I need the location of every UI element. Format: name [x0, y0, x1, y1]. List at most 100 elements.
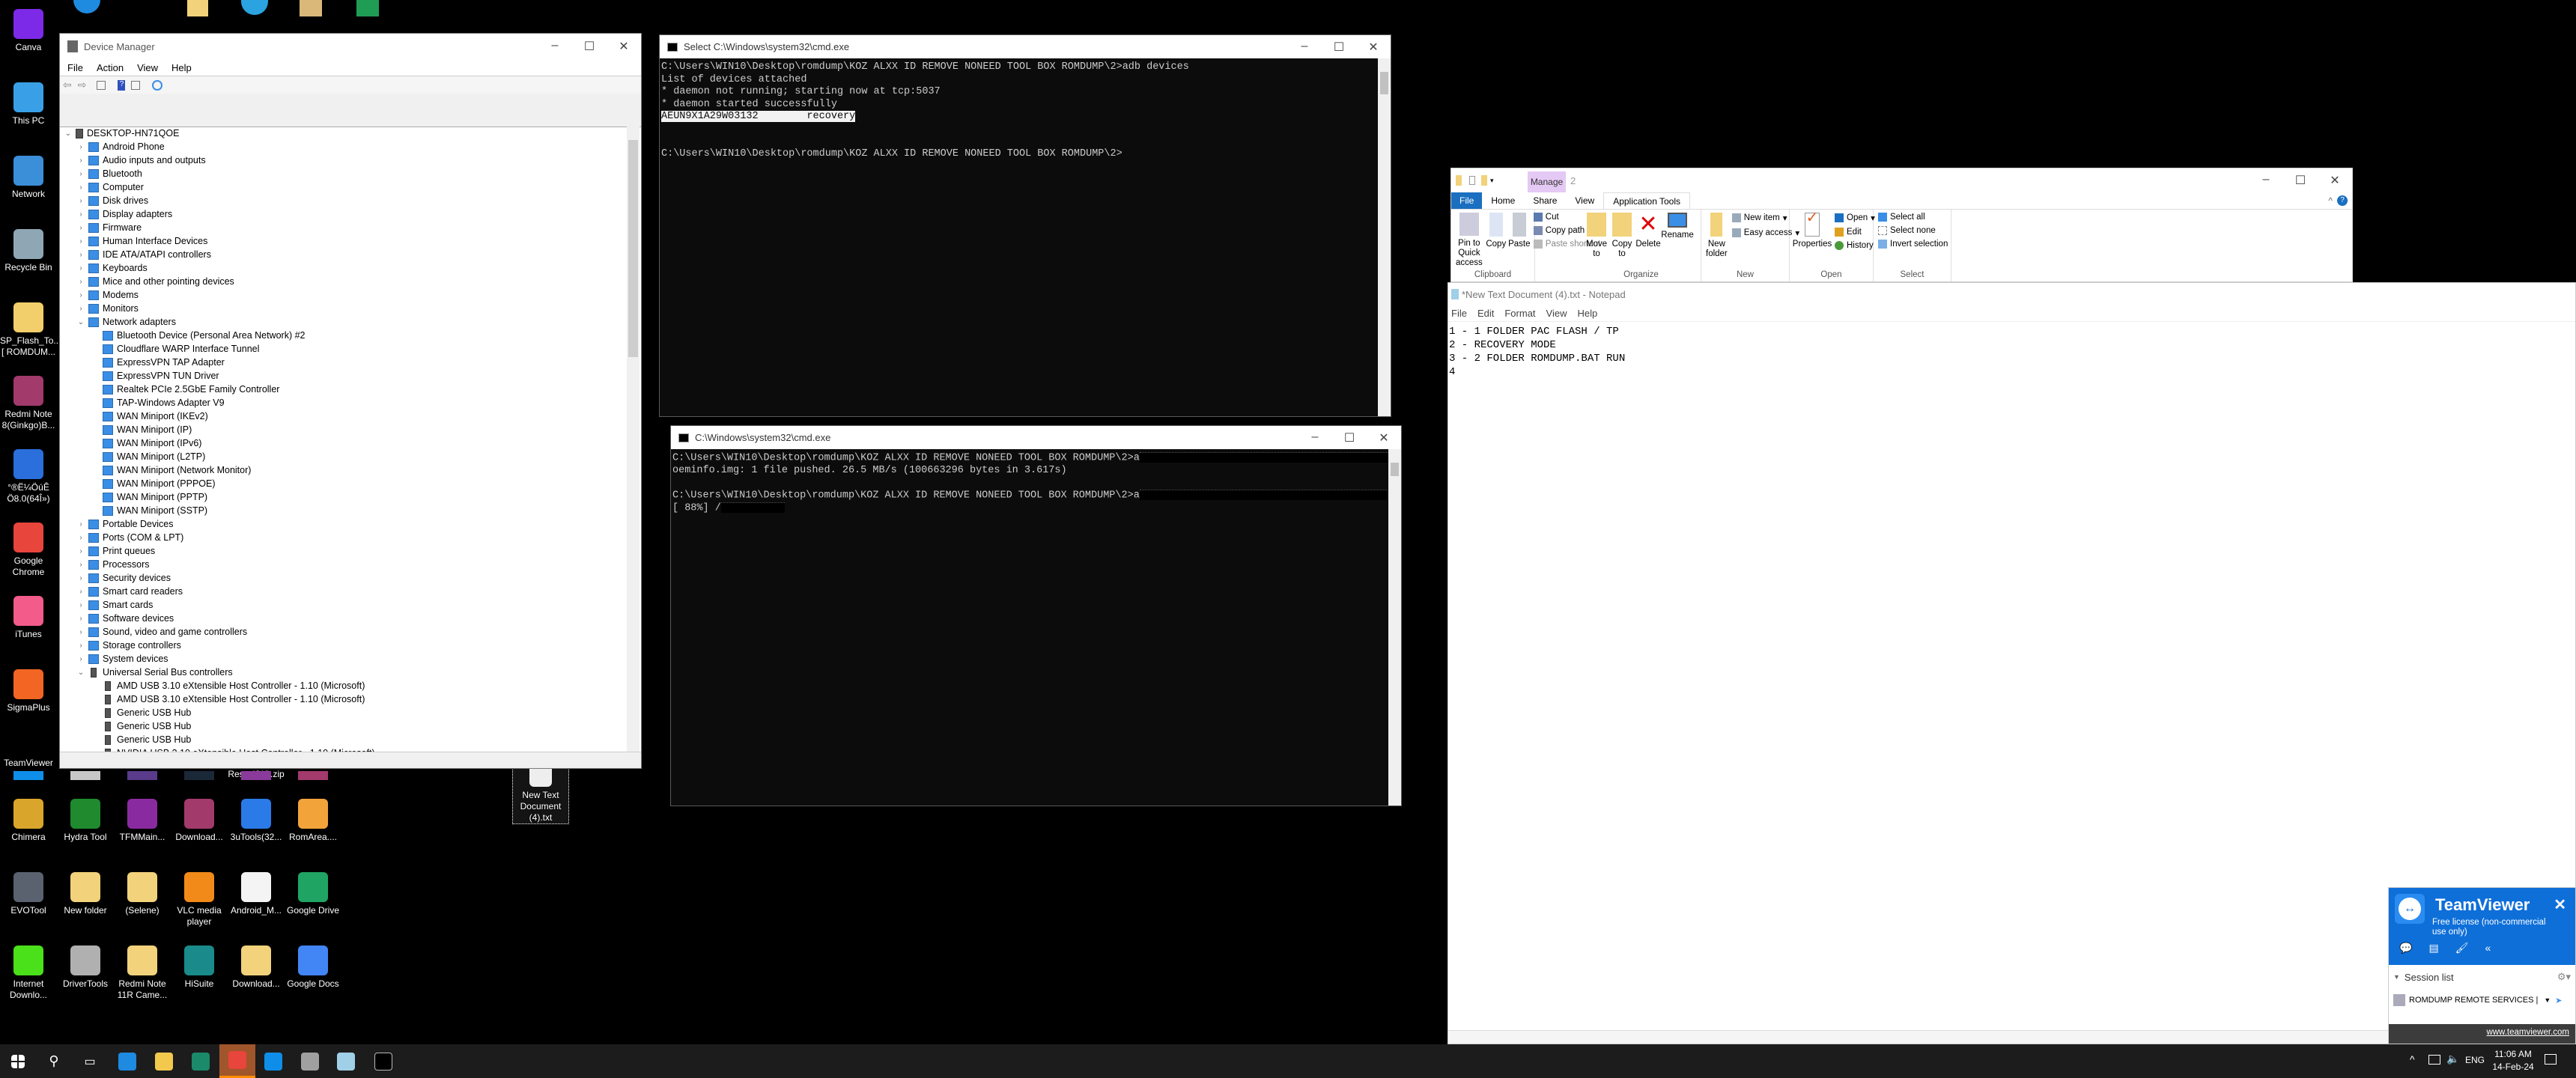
desktop-icon[interactable]: TFMMain... — [114, 799, 171, 843]
desktop-icon[interactable]: This PC — [0, 82, 57, 127]
minimize-button[interactable]: – — [1298, 430, 1332, 445]
desktop-icon[interactable]: VLC media player — [171, 872, 228, 928]
tree-item[interactable]: › Computer — [63, 180, 626, 194]
tree-item[interactable]: WAN Miniport (IKEv2) — [63, 409, 626, 423]
tree-item[interactable]: › Modems — [63, 288, 626, 302]
app-icon[interactable] — [13, 771, 43, 780]
tree-item[interactable]: › Storage controllers — [63, 639, 626, 652]
chevron-right-icon[interactable]: › — [76, 170, 86, 178]
desktop-icon[interactable]: Download... — [171, 799, 228, 843]
properties-icon[interactable] — [97, 80, 106, 90]
show-hidden-icons-button[interactable]: ^ — [2410, 1053, 2415, 1065]
chevron-right-icon[interactable]: › — [76, 278, 86, 286]
desktop-icon[interactable]: Redmi Note 8(Ginkgo)B... — [0, 376, 57, 431]
minimize-button[interactable]: – — [2249, 173, 2283, 188]
notification-icon[interactable] — [2545, 1054, 2557, 1065]
file-icon[interactable] — [300, 0, 322, 16]
tree-item[interactable]: › System devices — [63, 652, 626, 666]
menu-help[interactable]: Help — [1577, 308, 1597, 319]
chevron-right-icon[interactable]: › — [76, 183, 86, 192]
move-to-button[interactable]: Move to — [1586, 213, 1607, 268]
maximize-button[interactable]: ☐ — [1332, 430, 1367, 445]
app-icon[interactable] — [70, 771, 100, 780]
edge-icon[interactable] — [73, 0, 100, 13]
chevron-down-icon[interactable]: ⌄ — [63, 130, 73, 138]
close-button[interactable]: ✕ — [1367, 430, 1401, 445]
desktop-icon[interactable]: 3uTools(32... — [228, 799, 285, 843]
maximize-button[interactable]: ☐ — [2283, 173, 2318, 188]
desktop-icon[interactable]: Internet Downlo... — [0, 945, 57, 1001]
chevron-right-icon[interactable]: › — [76, 143, 86, 151]
session-list-header[interactable]: ▼ Session list ⚙▾ — [2389, 965, 2575, 989]
desktop-icon[interactable]: TeamViewer — [0, 758, 57, 769]
invert-selection-button[interactable]: Invert selection — [1878, 240, 1948, 249]
chevron-down-icon[interactable]: ⌄ — [76, 318, 86, 326]
desktop-icon[interactable]: SigmaPlus — [0, 669, 57, 713]
tree-item[interactable]: › Smart cards — [63, 598, 626, 612]
desktop-icon[interactable]: Recycle Bin — [0, 229, 57, 273]
tree-item[interactable]: Cloudflare WARP Interface Tunnel — [63, 342, 626, 356]
help-icon[interactable]: ? — [2337, 195, 2348, 206]
tree-item[interactable]: › Processors — [63, 558, 626, 571]
taskbar-notepad-button[interactable] — [328, 1044, 364, 1078]
tab-file[interactable]: File — [1451, 192, 1483, 209]
tree-item[interactable]: › Human Interface Devices — [63, 234, 626, 248]
text-editor[interactable]: 1 - 1 FOLDER PAC FLASH / TP 2 - RECOVERY… — [1448, 322, 2575, 382]
menu-edit[interactable]: Edit — [1477, 308, 1494, 319]
paste-button[interactable]: Paste — [1508, 213, 1531, 268]
dropdown-icon[interactable]: ▼ — [2544, 996, 2551, 1004]
chevron-right-icon[interactable]: › — [76, 547, 86, 555]
tab-home[interactable]: Home — [1482, 195, 1524, 206]
tree-item[interactable]: › IDE ATA/ATAPI controllers — [63, 248, 626, 261]
desktop-icon[interactable]: (Selene) — [114, 872, 171, 916]
chevron-down-icon[interactable]: ⌄ — [76, 669, 86, 677]
taskbar-device-manager-button[interactable] — [292, 1044, 328, 1078]
clock[interactable]: 11:06 AM 14-Feb-24 — [2490, 1048, 2536, 1074]
collapse-icon[interactable]: « — [2485, 942, 2491, 954]
taskbar-cmd-button[interactable] — [365, 1044, 401, 1078]
vertical-scrollbar[interactable] — [627, 127, 640, 752]
network-icon[interactable] — [2428, 1055, 2440, 1065]
tree-item[interactable]: WAN Miniport (IP) — [63, 423, 626, 436]
tree-item[interactable]: WAN Miniport (IPv6) — [63, 436, 626, 450]
desktop-icon[interactable]: Hydra Tool — [57, 799, 114, 843]
tree-item[interactable]: › Display adapters — [63, 207, 626, 221]
tree-item[interactable]: WAN Miniport (Network Monitor) — [63, 463, 626, 477]
tree-item[interactable]: › Sound, video and game controllers — [63, 625, 626, 639]
desktop-icon[interactable]: °®Ë¼ÖúÊ Ö8.0(64Î») — [0, 449, 57, 505]
delete-button[interactable]: ✕ Delete — [1635, 213, 1660, 268]
tree-item[interactable]: AMD USB 3.10 eXtensible Host Controller … — [63, 692, 626, 706]
tab-view[interactable]: View — [1566, 195, 1603, 206]
minimize-button[interactable]: – — [538, 39, 572, 54]
taskbar-edge-button[interactable] — [109, 1044, 145, 1078]
tree-item[interactable]: AMD USB 3.10 eXtensible Host Controller … — [63, 679, 626, 692]
scrollbar-thumb[interactable] — [1380, 72, 1388, 94]
properties-quick-icon[interactable] — [1469, 176, 1475, 185]
tree-root[interactable]: ⌄ DESKTOP-HN71QOE — [63, 127, 626, 140]
tree-item[interactable]: › Mice and other pointing devices — [63, 275, 626, 288]
open-button[interactable]: Open ▾ — [1835, 213, 1875, 223]
taskbar-teamviewer-button[interactable] — [255, 1044, 291, 1078]
maximize-button[interactable]: ☐ — [1322, 40, 1356, 55]
taskbar-start-button[interactable] — [0, 1044, 36, 1078]
scan-hardware-icon[interactable] — [152, 79, 163, 91]
tree-item[interactable]: › Bluetooth — [63, 167, 626, 180]
close-button[interactable]: ✕ — [1356, 40, 1391, 55]
menu-view[interactable]: View — [1546, 308, 1567, 319]
tree-item[interactable]: WAN Miniport (SSTP) — [63, 504, 626, 517]
collapse-ribbon-icon[interactable]: ^ — [2328, 195, 2333, 206]
new-folder-quick-icon[interactable] — [1481, 175, 1487, 186]
maximize-button[interactable]: ☐ — [572, 39, 607, 54]
desktop-icon[interactable]: iTunes — [0, 596, 57, 640]
tree-item[interactable]: › Ports (COM & LPT) — [63, 531, 626, 544]
tree-item[interactable]: Generic USB Hub — [63, 706, 626, 719]
tree-item[interactable]: ExpressVPN TUN Driver — [63, 369, 626, 383]
rename-button[interactable]: Rename — [1661, 213, 1694, 268]
desktop-icon[interactable]: RomArea.... — [285, 799, 341, 843]
tree-item[interactable]: NVIDIA USB 3.10 eXtensible Host Controll… — [63, 746, 626, 752]
desktop-icon[interactable]: New folder — [57, 872, 114, 916]
language-indicator[interactable]: ENG — [2465, 1055, 2485, 1065]
desktop-icon[interactable]: Google Docs — [285, 945, 341, 990]
taskbar-hisuite-button[interactable] — [183, 1044, 219, 1078]
menu-file[interactable]: File — [67, 62, 83, 73]
